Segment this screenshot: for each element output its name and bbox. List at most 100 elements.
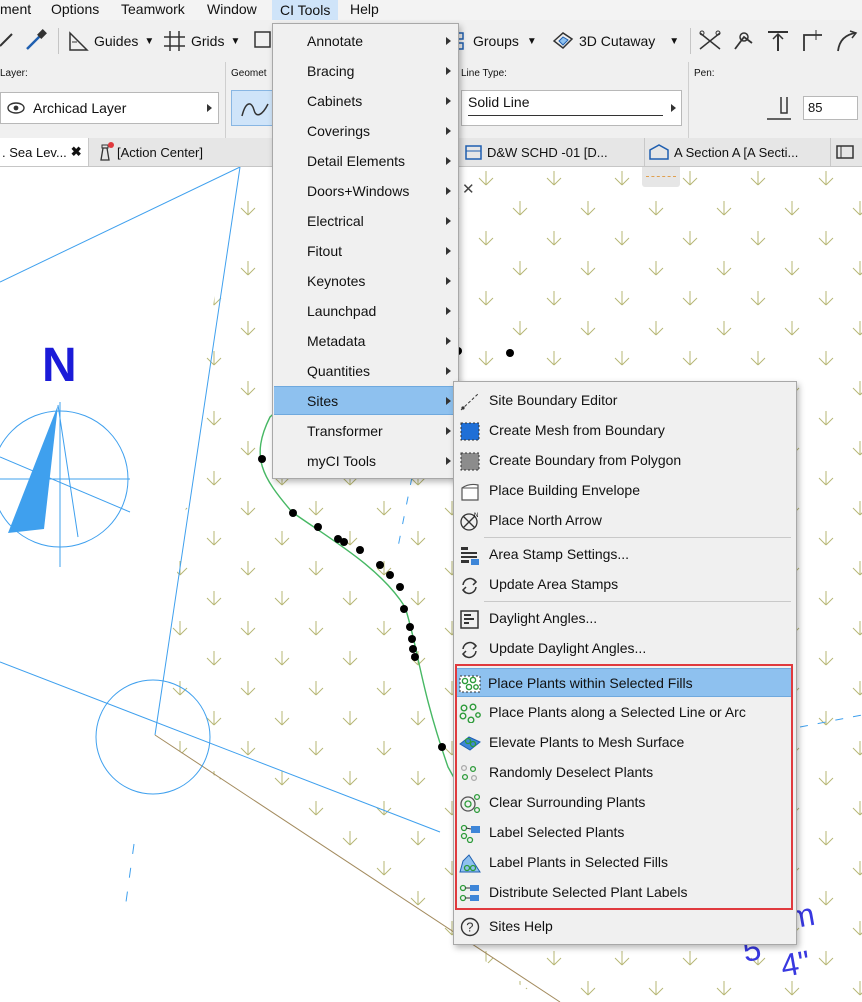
align-top-icon[interactable] <box>766 29 792 53</box>
split-icon[interactable] <box>698 29 724 53</box>
ci-menu-item-annotate[interactable]: Annotate <box>274 27 457 55</box>
ci-menu-item-detail-elements[interactable]: Detail Elements <box>274 147 457 175</box>
sites-item-building-envelope[interactable]: Place Building Envelope <box>455 476 795 504</box>
sites-item-create-mesh[interactable]: Create Mesh from Boundary <box>455 416 795 444</box>
layer-selector[interactable]: Archicad Layer <box>0 92 219 124</box>
chevron-down-icon: ▼ <box>526 35 537 47</box>
sites-item-plants-within-fills[interactable]: Place Plants within Selected Fills <box>457 668 793 697</box>
menu-item-label: Place Building Envelope <box>489 482 640 498</box>
pen-number-field[interactable]: 85 <box>803 96 858 120</box>
menu-help[interactable]: Help <box>350 1 379 17</box>
ci-menu-item-metadata[interactable]: Metadata <box>274 327 457 355</box>
plants-in-fill-icon <box>459 675 481 693</box>
building-envelope-icon <box>461 483 479 501</box>
menu-options[interactable]: Options <box>51 1 99 17</box>
sites-item-elevate-plants[interactable]: Elevate Plants to Mesh Surface <box>455 728 795 756</box>
chevron-right-icon <box>446 247 451 255</box>
line-type-selector[interactable]: Solid Line <box>461 90 682 126</box>
section-icon <box>649 144 669 160</box>
ci-menu-item-quantities[interactable]: Quantities <box>274 357 457 385</box>
svg-text:N: N <box>474 513 478 519</box>
guides-label: Guides <box>94 33 139 49</box>
menu-ci-tools[interactable]: CI Tools <box>272 0 339 20</box>
sites-item-north-arrow[interactable]: N Place North Arrow <box>455 506 795 534</box>
menu-teamwork[interactable]: Teamwork <box>121 1 185 17</box>
label-plants-icon <box>460 824 480 843</box>
chevron-right-icon <box>446 37 451 45</box>
sites-item-update-area-stamps[interactable]: Update Area Stamps <box>455 570 795 598</box>
ci-menu-item-bracing[interactable]: Bracing <box>274 57 457 85</box>
elevate-plants-icon <box>459 736 481 751</box>
sites-item-help[interactable]: ? Sites Help <box>455 912 795 940</box>
ci-menu-item-myci-tools[interactable]: myCI Tools <box>274 447 457 475</box>
sites-item-label-plants[interactable]: Label Selected Plants <box>455 818 795 846</box>
sites-item-area-stamp-settings[interactable]: Area Stamp Settings... <box>455 540 795 568</box>
ci-menu-item-keynotes[interactable]: Keynotes <box>274 267 457 295</box>
ci-menu-item-fitout[interactable]: Fitout <box>274 237 457 265</box>
menu-item-label: Create Boundary from Polygon <box>489 452 682 468</box>
ci-menu-item-coverings[interactable]: Coverings <box>274 117 457 145</box>
groups-button[interactable]: Groups ▼ <box>455 27 537 55</box>
3d-cutaway-icon <box>552 32 574 49</box>
tab-floor-plan[interactable]: . Sea Lev... ✖ <box>0 138 89 166</box>
guides-button[interactable]: Guides ▼ <box>67 27 154 55</box>
grids-label: Grids <box>191 33 225 49</box>
menu-item-label: Coverings <box>307 123 371 139</box>
sites-item-update-daylight-angles[interactable]: Update Daylight Angles... <box>455 634 795 662</box>
menu-window[interactable]: Window <box>207 1 257 17</box>
lighthouse-icon <box>100 142 114 161</box>
plants-along-line-icon <box>459 703 481 723</box>
ci-menu-item-electrical[interactable]: Electrical <box>274 207 457 235</box>
eraser-icon[interactable] <box>0 30 14 50</box>
menu-item-label: Fitout <box>307 243 343 259</box>
solid-line-preview <box>468 115 663 116</box>
geometry-method-button[interactable] <box>231 90 275 126</box>
refresh-icon <box>461 641 478 659</box>
deselect-plants-icon <box>460 764 478 782</box>
ci-menu-item-cabinets[interactable]: Cabinets <box>274 87 457 115</box>
guides-icon <box>69 31 89 51</box>
curve-icon[interactable] <box>834 29 860 53</box>
ci-menu-item-launchpad[interactable]: Launchpad <box>274 297 457 325</box>
layer-value: Archicad Layer <box>33 100 127 116</box>
tab-more[interactable] <box>830 138 862 166</box>
tab-label: D&W SCHD -01 [D... <box>487 144 608 160</box>
sites-item-create-boundary[interactable]: Create Boundary from Polygon <box>455 446 795 474</box>
adjust-icon[interactable] <box>732 29 758 53</box>
menu-item-label: Daylight Angles... <box>489 610 598 626</box>
close-icon[interactable]: ✕ <box>462 180 475 198</box>
north-arrow-icon: N <box>460 513 478 531</box>
toolbar-divider <box>690 28 691 54</box>
sites-item-clear-surrounding[interactable]: Clear Surrounding Plants <box>455 788 795 816</box>
menu-document[interactable]: ment <box>0 1 31 17</box>
tab-label: [Action Center] <box>117 144 203 160</box>
chevron-right-icon <box>446 187 451 195</box>
sites-item-site-boundary-editor[interactable]: Site Boundary Editor <box>455 386 795 414</box>
ci-menu-item-doors-windows[interactable]: Doors+Windows <box>274 177 457 205</box>
ci-menu-item-sites[interactable]: Sites <box>274 386 457 415</box>
eyedropper-icon[interactable] <box>24 28 48 52</box>
fillet-icon[interactable] <box>800 29 826 53</box>
chevron-right-icon <box>207 104 212 112</box>
tab-preview-thumbnail <box>642 167 680 187</box>
pen-heading: Pen: <box>694 68 715 79</box>
menu-item-label: Place Plants along a Selected Line or Ar… <box>489 704 746 720</box>
menu-item-label: Distribute Selected Plant Labels <box>489 884 688 900</box>
menu-item-label: Elevate Plants to Mesh Surface <box>489 734 685 750</box>
line-type-heading: Line Type: <box>461 68 507 79</box>
north-arrow-symbol[interactable] <box>0 402 131 567</box>
tab-section[interactable]: A Section A [A Secti... <box>644 138 831 166</box>
grids-button[interactable]: Grids ▼ <box>163 27 240 55</box>
ci-menu-item-transformer[interactable]: Transformer <box>274 417 457 445</box>
element-icon[interactable] <box>253 30 273 50</box>
3d-cutaway-button[interactable]: 3D Cutaway ▼ <box>551 27 679 55</box>
sites-item-label-plants-fills[interactable]: Label Plants in Selected Fills <box>455 848 795 876</box>
sites-item-distribute-labels[interactable]: Distribute Selected Plant Labels <box>455 878 795 906</box>
sites-item-plants-along-line[interactable]: Place Plants along a Selected Line or Ar… <box>455 698 795 726</box>
sites-item-daylight-angles[interactable]: Daylight Angles... <box>455 604 795 632</box>
close-icon[interactable]: ✖ <box>71 144 82 160</box>
tab-action-center[interactable]: [Action Center] <box>88 138 275 166</box>
tab-schedule[interactable]: D&W SCHD -01 [D... <box>458 138 645 166</box>
sites-item-randomly-deselect[interactable]: Randomly Deselect Plants <box>455 758 795 786</box>
menu-item-label: Area Stamp Settings... <box>489 546 630 562</box>
